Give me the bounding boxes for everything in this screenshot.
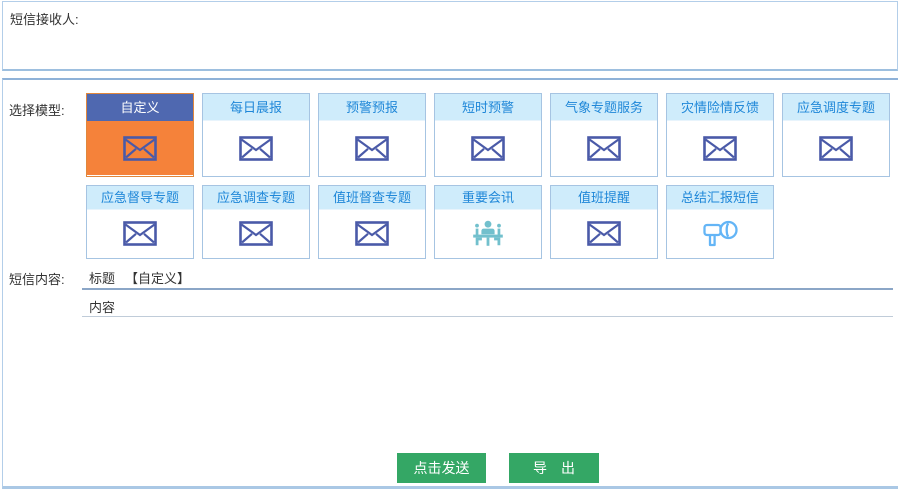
template-card-title: 灾情险情反馈 <box>667 94 773 121</box>
template-card[interactable]: 值班提醒 <box>550 185 658 259</box>
sms-send-page: 短信接收人: 选择模型: 自定义每日晨报预警预报短时预警气象专题服务灾情险情反馈… <box>0 0 900 492</box>
template-card[interactable]: 重要会讯 <box>434 185 542 259</box>
template-card-title: 重要会讯 <box>435 186 541 210</box>
meeting-icon <box>435 210 541 257</box>
template-card[interactable]: 预警预报 <box>318 93 426 177</box>
envelope-icon <box>551 121 657 175</box>
recipients-panel: 短信接收人: <box>2 1 898 71</box>
template-card[interactable]: 灾情险情反馈 <box>666 93 774 177</box>
envelope-icon <box>783 121 889 175</box>
send-button[interactable]: 点击发送 <box>397 453 486 483</box>
template-card[interactable]: 应急调查专题 <box>202 185 310 259</box>
export-button[interactable]: 导 出 <box>509 453 599 483</box>
template-card-title: 总结汇报短信 <box>667 186 773 210</box>
title-field-value: 【自定义】 <box>125 271 190 286</box>
content-label: 短信内容: <box>9 269 65 288</box>
recipients-input[interactable] <box>87 4 893 67</box>
template-card[interactable]: 总结汇报短信 <box>666 185 774 259</box>
main-panel: 选择模型: 自定义每日晨报预警预报短时预警气象专题服务灾情险情反馈应急调度专题 … <box>2 78 898 489</box>
recipients-label: 短信接收人: <box>10 9 79 28</box>
envelope-icon <box>435 121 541 175</box>
template-card-title: 值班督查专题 <box>319 186 425 210</box>
content-field-label: 内容 <box>89 300 115 315</box>
template-card[interactable]: 应急调度专题 <box>782 93 890 177</box>
content-underline <box>82 316 893 317</box>
template-card-title: 每日晨报 <box>203 94 309 121</box>
template-card-title: 值班提醒 <box>551 186 657 210</box>
template-card-title: 预警预报 <box>319 94 425 121</box>
envelope-icon <box>87 210 193 257</box>
envelope-icon <box>551 210 657 257</box>
template-card-title: 应急调度专题 <box>783 94 889 121</box>
template-grid-row-1: 自定义每日晨报预警预报短时预警气象专题服务灾情险情反馈应急调度专题 <box>86 93 890 177</box>
envelope-icon <box>319 121 425 175</box>
title-field-label: 标题 <box>89 271 115 286</box>
envelope-icon <box>203 121 309 175</box>
envelope-icon <box>667 121 773 175</box>
template-card[interactable]: 值班督查专题 <box>318 185 426 259</box>
template-card[interactable]: 自定义 <box>86 93 194 177</box>
envelope-icon <box>203 210 309 257</box>
template-card[interactable]: 短时预警 <box>434 93 542 177</box>
template-card-title: 气象专题服务 <box>551 94 657 121</box>
template-card[interactable]: 每日晨报 <box>202 93 310 177</box>
template-card[interactable]: 应急督导专题 <box>86 185 194 259</box>
template-card-title: 短时预警 <box>435 94 541 121</box>
template-card-title: 应急督导专题 <box>87 186 193 210</box>
megaphone-icon <box>667 210 773 257</box>
content-field[interactable]: 内容 <box>89 297 115 316</box>
template-card[interactable]: 气象专题服务 <box>550 93 658 177</box>
model-select-label: 选择模型: <box>9 100 65 119</box>
title-field[interactable]: 标题【自定义】 <box>89 268 190 287</box>
template-card-title: 自定义 <box>87 94 193 121</box>
envelope-icon <box>87 121 193 175</box>
envelope-icon <box>319 210 425 257</box>
title-underline <box>82 288 893 290</box>
template-card-title: 应急调查专题 <box>203 186 309 210</box>
template-grid-row-2: 应急督导专题应急调查专题值班督查专题重要会讯值班提醒总结汇报短信 <box>86 185 774 259</box>
